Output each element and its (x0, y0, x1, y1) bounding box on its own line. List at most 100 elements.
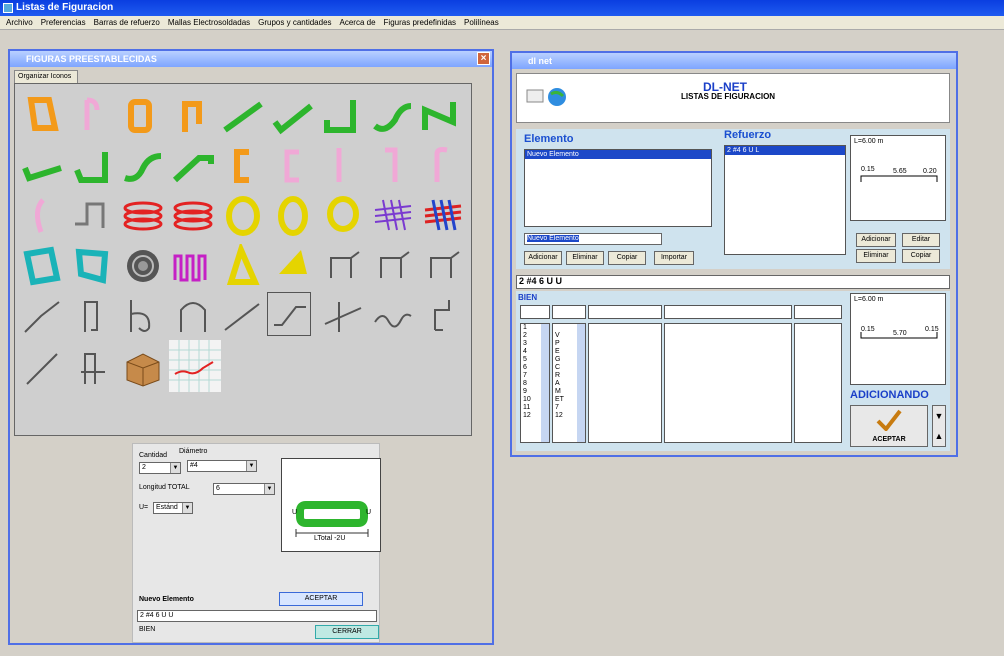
menu-figuras[interactable]: Figuras predefinidas (384, 16, 456, 29)
menu-barras[interactable]: Barras de refuerzo (94, 16, 160, 29)
eliminar-refuerzo-button[interactable]: Eliminar (856, 249, 896, 263)
u-select[interactable]: Estánd ▼ (153, 502, 193, 514)
menu-preferencias[interactable]: Preferencias (41, 16, 86, 29)
refuerzo-list[interactable]: 2 #4 6 U L (724, 145, 846, 255)
bar-preview-icon (860, 332, 938, 339)
red-blue-mesh-icon[interactable] (421, 194, 465, 238)
menu-archivo[interactable]: Archivo (6, 16, 33, 29)
pink-hook-icon[interactable] (71, 94, 115, 138)
close-icon[interactable]: × (477, 52, 490, 65)
pink-top-hook-icon[interactable] (421, 144, 465, 188)
code-list[interactable]: V P E G C R A M ET 7 12 (552, 323, 586, 443)
green-j-bar-icon[interactable] (71, 144, 115, 188)
chevron-down-icon[interactable]: ▼ (182, 503, 192, 513)
dlnet-title: dl net (528, 56, 552, 66)
gray-wave-icon[interactable] (371, 294, 415, 338)
pink-long-hook-icon[interactable] (371, 144, 415, 188)
green-l-bar-icon[interactable] (321, 94, 365, 138)
gray-frame-3-icon[interactable] (421, 244, 465, 288)
longitud-select[interactable]: 6 ▼ (213, 483, 275, 495)
menu-polilineas[interactable]: Polilíneas (464, 16, 499, 29)
editar-button[interactable]: Editar (902, 233, 940, 247)
yellow-triangle-icon[interactable] (221, 241, 265, 288)
cantidad-label: Cantidad (139, 452, 168, 459)
gray-step-bar-icon[interactable] (71, 194, 115, 238)
green-bent-bar-icon[interactable] (171, 144, 215, 188)
gray-cross-bar-icon[interactable] (321, 294, 365, 338)
nuevo-elemento-field[interactable]: 2 #4 6 U U (137, 610, 377, 622)
orange-stirrup-icon[interactable] (21, 94, 65, 138)
red-spiral-icon[interactable] (121, 194, 165, 238)
detail-column (588, 323, 662, 443)
orange-c-stirrup-icon[interactable] (221, 144, 265, 188)
chevron-down-icon[interactable]: ▼ (170, 463, 180, 473)
status-label: BIEN (139, 626, 156, 633)
gray-slant-bar-icon[interactable] (21, 294, 65, 338)
orange-open-stirrup-icon[interactable] (171, 94, 215, 138)
gray-frame-icon[interactable] (321, 244, 365, 288)
gray-hook-frame-icon[interactable] (421, 294, 465, 338)
tab-organizar-iconos[interactable]: Organizar Iconos (14, 70, 78, 83)
pink-bar-hook-icon[interactable] (321, 144, 365, 188)
copiar-refuerzo-button[interactable]: Copiar (902, 249, 940, 263)
box-icon[interactable] (121, 346, 165, 390)
green-n-bar-icon[interactable] (421, 94, 465, 138)
pink-curved-hook-icon[interactable] (21, 194, 65, 238)
purple-mesh-icon[interactable] (371, 194, 415, 238)
descriptor-field[interactable]: 2 #4 6 U U (516, 275, 950, 289)
red-spiral-2-icon[interactable] (171, 194, 215, 238)
green-hook-bar-icon[interactable] (271, 94, 315, 138)
teal-stirrup-2-icon[interactable] (71, 244, 115, 288)
up-down-arrows-icon[interactable]: ▼ ▲ (932, 405, 946, 447)
gray-arch-icon[interactable] (171, 294, 215, 338)
figuras-window: FIGURAS PREESTABLECIDAS × Organizar Icon… (8, 49, 494, 645)
menu-acerca[interactable]: Acerca de (340, 16, 376, 29)
gray-frame-2-icon[interactable] (371, 244, 415, 288)
green-bar-icon[interactable] (221, 94, 265, 138)
cerrar-button[interactable]: CERRAR (315, 625, 379, 639)
green-curved-bar-icon[interactable] (371, 94, 415, 138)
yellow-wedge-icon[interactable] (271, 244, 315, 288)
gray-loop-bar-icon[interactable] (121, 294, 165, 338)
elemento-input[interactable]: Nuevo Elemento (524, 233, 662, 245)
green-s-bar-icon[interactable] (121, 144, 165, 188)
gray-bent-bar-selected-icon[interactable] (267, 292, 311, 336)
gray-coil-icon[interactable] (121, 244, 165, 288)
app-title: Listas de Figuracion (16, 2, 114, 13)
magenta-zigzag-icon[interactable] (171, 244, 215, 288)
gray-rack-icon[interactable] (71, 346, 115, 390)
refuerzo-heading: Refuerzo (724, 129, 772, 141)
yellow-ring-icon[interactable] (221, 194, 265, 238)
copiar-elemento-button[interactable]: Copiar (608, 251, 646, 265)
cantidad-select[interactable]: 2 ▼ (139, 462, 181, 474)
aceptar-main-button[interactable]: ACEPTAR (850, 405, 928, 447)
importar-button[interactable]: Importar (654, 251, 694, 265)
diametro-select[interactable]: #4 ▼ (187, 460, 257, 472)
chevron-down-icon[interactable]: ▼ (246, 461, 256, 471)
scrollbar[interactable] (577, 324, 585, 442)
gray-diagonal-icon[interactable] (221, 294, 265, 338)
gray-hook-loop-icon[interactable] (71, 294, 115, 338)
grid-header (664, 305, 792, 319)
gray-slant-hook-icon[interactable] (21, 346, 65, 390)
chevron-down-icon[interactable]: ▼ (264, 484, 274, 494)
aceptar-button[interactable]: ACEPTAR (279, 592, 363, 606)
list-item[interactable]: Nuevo Elemento (525, 150, 711, 159)
yellow-ring-2-icon[interactable] (271, 194, 315, 238)
adicionar-refuerzo-button[interactable]: Adicionar (856, 233, 896, 247)
menu-mallas[interactable]: Mallas Electrosoldadas (168, 16, 250, 29)
pink-c-stirrup-icon[interactable] (271, 144, 315, 188)
row-number-list[interactable]: 1 2 3 4 5 6 7 8 9 10 11 12 (520, 323, 550, 443)
elemento-list[interactable]: Nuevo Elemento (524, 149, 712, 227)
grid-polyline-icon[interactable] (169, 340, 221, 392)
scrollbar[interactable] (541, 324, 549, 442)
yellow-ring-3-icon[interactable] (321, 194, 365, 238)
green-u-bar-icon[interactable] (21, 144, 65, 188)
list-item[interactable]: 2 #4 6 U L (725, 146, 845, 155)
menu-grupos[interactable]: Grupos y cantidades (258, 16, 331, 29)
adicionar-elemento-button[interactable]: Adicionar (524, 251, 562, 265)
u-label: U= (139, 504, 149, 511)
teal-stirrup-icon[interactable] (21, 244, 65, 288)
eliminar-elemento-button[interactable]: Eliminar (566, 251, 604, 265)
orange-closed-stirrup-icon[interactable] (121, 94, 165, 138)
